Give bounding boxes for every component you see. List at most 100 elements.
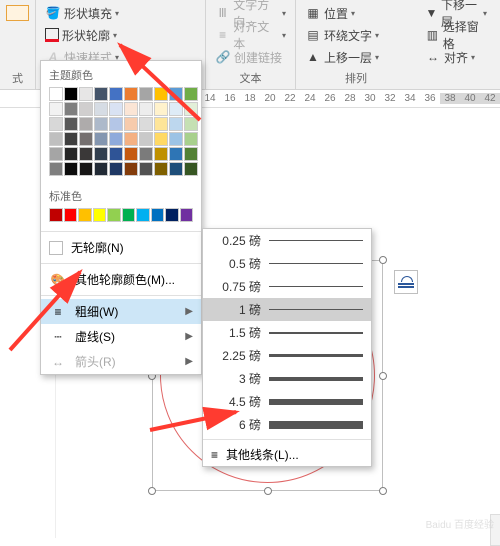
color-swatch[interactable]: [124, 162, 138, 176]
color-swatch[interactable]: [154, 132, 168, 146]
color-swatch[interactable]: [49, 208, 63, 222]
more-lines-item[interactable]: ≡其他线条(L)...: [203, 443, 371, 466]
color-swatch[interactable]: [180, 208, 194, 222]
color-swatch[interactable]: [79, 132, 93, 146]
color-swatch[interactable]: [94, 87, 108, 101]
color-swatch[interactable]: [64, 102, 78, 116]
color-swatch[interactable]: [93, 208, 107, 222]
color-swatch[interactable]: [184, 117, 198, 131]
color-swatch[interactable]: [154, 87, 168, 101]
color-swatch[interactable]: [124, 87, 138, 101]
bring-forward-button[interactable]: ▲上移一层▾: [302, 48, 382, 67]
color-swatch[interactable]: [79, 87, 93, 101]
color-swatch[interactable]: [169, 147, 183, 161]
color-swatch[interactable]: [79, 117, 93, 131]
color-swatch[interactable]: [154, 117, 168, 131]
color-swatch[interactable]: [64, 208, 78, 222]
color-swatch[interactable]: [109, 132, 123, 146]
color-swatch[interactable]: [184, 147, 198, 161]
color-swatch[interactable]: [139, 102, 153, 116]
color-swatch[interactable]: [139, 132, 153, 146]
color-swatch[interactable]: [154, 147, 168, 161]
color-swatch[interactable]: [94, 147, 108, 161]
color-swatch[interactable]: [79, 147, 93, 161]
link-icon: 🔗: [215, 49, 231, 65]
resize-handle[interactable]: [379, 372, 387, 380]
color-swatch[interactable]: [109, 87, 123, 101]
color-swatch[interactable]: [107, 208, 121, 222]
color-swatch[interactable]: [122, 208, 136, 222]
position-button[interactable]: ▦位置▾: [302, 4, 358, 23]
color-swatch[interactable]: [139, 117, 153, 131]
weight-option[interactable]: 3 磅: [203, 367, 371, 390]
ruler-tick: 20: [260, 93, 280, 104]
weight-option[interactable]: 2.25 磅: [203, 344, 371, 367]
weight-icon: ≡: [49, 305, 67, 319]
color-swatch[interactable]: [184, 132, 198, 146]
color-swatch[interactable]: [49, 147, 63, 161]
color-swatch[interactable]: [64, 162, 78, 176]
resize-handle[interactable]: [264, 487, 272, 495]
shape-fill-button[interactable]: 🪣 形状填充 ▾: [42, 4, 122, 23]
weight-option[interactable]: 1 磅: [203, 298, 371, 321]
weight-option[interactable]: 1.5 磅: [203, 321, 371, 344]
color-swatch[interactable]: [94, 102, 108, 116]
color-swatch[interactable]: [169, 102, 183, 116]
weight-item[interactable]: ≡ 粗细(W) ▶: [41, 299, 201, 324]
submenu-arrow-icon: ▶: [185, 356, 193, 367]
layout-options-button[interactable]: [394, 270, 418, 294]
color-swatch[interactable]: [49, 162, 63, 176]
weight-option[interactable]: 0.5 磅: [203, 252, 371, 275]
weight-option[interactable]: 0.25 磅: [203, 229, 371, 252]
weight-option[interactable]: 0.75 磅: [203, 275, 371, 298]
color-swatch[interactable]: [184, 162, 198, 176]
color-swatch[interactable]: [94, 117, 108, 131]
color-swatch[interactable]: [154, 162, 168, 176]
color-swatch[interactable]: [49, 102, 63, 116]
color-swatch[interactable]: [184, 102, 198, 116]
weight-option[interactable]: 4.5 磅: [203, 390, 371, 413]
color-swatch[interactable]: [139, 87, 153, 101]
color-swatch[interactable]: [169, 132, 183, 146]
resize-handle[interactable]: [379, 487, 387, 495]
color-swatch[interactable]: [169, 162, 183, 176]
color-swatch[interactable]: [109, 117, 123, 131]
no-outline-item[interactable]: 无轮廓(N): [41, 235, 201, 260]
color-swatch[interactable]: [154, 102, 168, 116]
color-swatch[interactable]: [139, 147, 153, 161]
color-swatch[interactable]: [109, 102, 123, 116]
color-swatch[interactable]: [64, 147, 78, 161]
color-swatch[interactable]: [49, 132, 63, 146]
color-swatch[interactable]: [124, 117, 138, 131]
color-swatch[interactable]: [49, 87, 63, 101]
color-swatch[interactable]: [169, 87, 183, 101]
color-swatch[interactable]: [124, 147, 138, 161]
color-swatch[interactable]: [124, 102, 138, 116]
color-swatch[interactable]: [169, 117, 183, 131]
color-swatch[interactable]: [136, 208, 150, 222]
color-swatch[interactable]: [109, 147, 123, 161]
color-swatch[interactable]: [79, 102, 93, 116]
color-swatch[interactable]: [139, 162, 153, 176]
color-swatch[interactable]: [64, 117, 78, 131]
color-swatch[interactable]: [64, 87, 78, 101]
resize-handle[interactable]: [148, 487, 156, 495]
color-swatch[interactable]: [184, 87, 198, 101]
color-swatch[interactable]: [151, 208, 165, 222]
color-swatch[interactable]: [78, 208, 92, 222]
shape-outline-button[interactable]: 形状轮廓 ▾: [42, 26, 120, 45]
resize-handle[interactable]: [379, 256, 387, 264]
color-swatch[interactable]: [109, 162, 123, 176]
color-swatch[interactable]: [49, 117, 63, 131]
color-swatch[interactable]: [94, 132, 108, 146]
color-swatch[interactable]: [94, 162, 108, 176]
dashes-item[interactable]: ┄ 虚线(S) ▶: [41, 324, 201, 349]
more-colors-item[interactable]: 🎨 其他轮廓颜色(M)...: [41, 267, 201, 292]
color-swatch[interactable]: [165, 208, 179, 222]
color-swatch[interactable]: [64, 132, 78, 146]
wrap-text-button[interactable]: ▤环绕文字▾: [302, 26, 382, 45]
color-swatch[interactable]: [79, 162, 93, 176]
color-swatch[interactable]: [124, 132, 138, 146]
weight-option[interactable]: 6 磅: [203, 413, 371, 436]
align-button[interactable]: ↔对齐▾: [422, 48, 478, 67]
